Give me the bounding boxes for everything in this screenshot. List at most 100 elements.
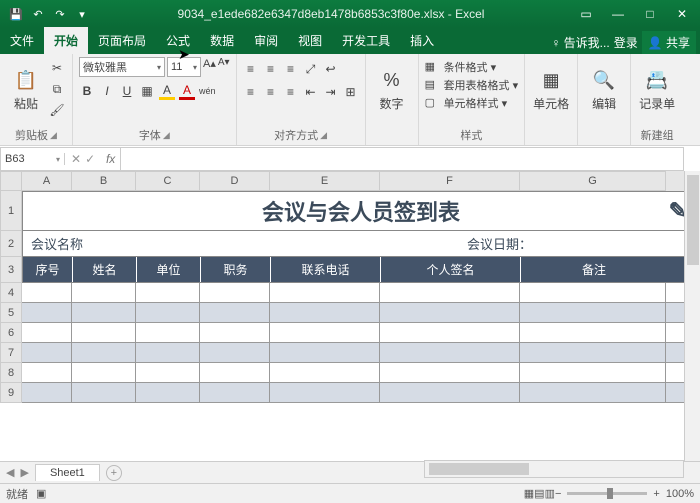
macro-record-icon[interactable]: ▣ <box>36 487 46 500</box>
view-break-icon[interactable]: ▥ <box>545 487 555 500</box>
col-header[interactable]: E <box>270 171 380 191</box>
info-row[interactable]: 会议名称 会议日期： <box>22 231 700 257</box>
row-header[interactable]: 4 <box>0 283 22 303</box>
tab-data[interactable]: 数据 <box>200 27 244 54</box>
fx-cancel-icon[interactable]: ✕ <box>71 152 81 166</box>
row-header[interactable]: 5 <box>0 303 22 323</box>
col-header[interactable]: C <box>136 171 200 191</box>
sheet-tab[interactable]: Sheet1 <box>35 464 100 481</box>
login-button[interactable]: 登录 <box>614 34 638 51</box>
bold-button[interactable]: B <box>79 82 95 100</box>
row-header[interactable]: 9 <box>0 383 22 403</box>
tab-developer[interactable]: 开发工具 <box>332 27 400 54</box>
table-header-row[interactable]: 序号姓名单位职务联系电话个人签名备注 <box>22 257 700 283</box>
zoom-slider[interactable] <box>567 492 647 495</box>
row-header[interactable]: 6 <box>0 323 22 343</box>
redo-icon[interactable]: ↷ <box>52 6 68 22</box>
horizontal-scrollbar[interactable] <box>424 460 684 478</box>
indent-dec-icon[interactable]: ⇤ <box>303 83 319 101</box>
vertical-scrollbar[interactable] <box>684 171 700 461</box>
maximize-icon[interactable]: □ <box>636 4 664 24</box>
record-button[interactable]: 📇记录单 <box>637 57 677 123</box>
fill-color-icon[interactable]: A <box>159 82 175 100</box>
tab-formulas[interactable]: 公式 <box>156 27 200 54</box>
close-icon[interactable]: ✕ <box>668 4 696 24</box>
align-bottom-icon[interactable]: ≡ <box>283 60 299 78</box>
undo-icon[interactable]: ↶ <box>30 6 46 22</box>
zoom-out-icon[interactable]: − <box>555 488 561 500</box>
tab-file[interactable]: 文件 <box>0 27 44 54</box>
font-name-combo[interactable]: 微软雅黑▾ <box>79 57 165 77</box>
cut-icon[interactable]: ✂ <box>48 59 66 77</box>
view-layout-icon[interactable]: ▤ <box>534 487 544 500</box>
select-all-corner[interactable] <box>0 171 22 191</box>
align-middle-icon[interactable]: ≡ <box>263 60 279 78</box>
sheet-nav-next-icon[interactable]: ▶ <box>20 466 28 479</box>
format-painter-icon[interactable]: 🖌 <box>48 101 66 119</box>
row-header[interactable]: 7 <box>0 343 22 363</box>
editing-button[interactable]: 🔍编辑 <box>584 57 624 123</box>
font-launcher-icon[interactable]: ◢ <box>163 130 170 141</box>
table-row[interactable] <box>22 303 700 323</box>
tab-home[interactable]: 开始 <box>44 27 88 54</box>
table-row[interactable] <box>22 383 700 403</box>
font-color-icon[interactable]: A <box>179 82 195 100</box>
table-row[interactable] <box>22 363 700 383</box>
tab-page-layout[interactable]: 页面布局 <box>88 27 156 54</box>
shrink-font-icon[interactable]: A▾ <box>218 57 230 77</box>
col-header[interactable]: G <box>520 171 666 191</box>
col-header[interactable]: D <box>200 171 270 191</box>
border-icon[interactable]: ▦ <box>139 82 155 100</box>
clipboard-launcher-icon[interactable]: ◢ <box>50 130 57 141</box>
table-row[interactable] <box>22 323 700 343</box>
cell-styles-button[interactable]: ▢单元格样式 ▾ <box>425 95 519 111</box>
tell-me[interactable]: ♀ 告诉我... <box>551 34 609 51</box>
tab-view[interactable]: 视图 <box>288 27 332 54</box>
underline-button[interactable]: U <box>119 82 135 100</box>
grow-font-icon[interactable]: A▴ <box>203 57 216 77</box>
save-icon[interactable]: 💾 <box>8 6 24 22</box>
minimize-icon[interactable]: — <box>604 4 632 24</box>
fx-icon[interactable]: fx <box>101 148 121 170</box>
paste-button[interactable]: 📋 粘贴 <box>6 57 46 123</box>
sheet-title-cell[interactable]: 会议与会人员签到表 ✎ <box>22 191 700 231</box>
add-sheet-button[interactable]: + <box>106 465 122 481</box>
tab-insert[interactable]: 插入 <box>400 27 444 54</box>
row-header[interactable]: 3 <box>0 257 22 283</box>
indent-inc-icon[interactable]: ⇥ <box>323 83 339 101</box>
ribbon-options-icon[interactable]: ▭ <box>572 4 600 24</box>
fx-confirm-icon[interactable]: ✓ <box>85 152 95 166</box>
tab-review[interactable]: 审阅 <box>244 27 288 54</box>
table-row[interactable] <box>22 343 700 363</box>
sheet-nav-prev-icon[interactable]: ◀ <box>6 466 14 479</box>
row-header[interactable]: 1 <box>0 191 22 231</box>
number-button[interactable]: % 数字 <box>372 57 412 123</box>
col-header[interactable]: A <box>22 171 72 191</box>
italic-button[interactable]: I <box>99 82 115 100</box>
conditional-format-button[interactable]: ▦条件格式 ▾ <box>425 59 519 75</box>
zoom-in-icon[interactable]: + <box>653 488 659 500</box>
share-button[interactable]: 👤 共享 <box>642 31 696 54</box>
col-header[interactable]: F <box>380 171 520 191</box>
cells-button[interactable]: ▦单元格 <box>531 57 571 123</box>
row-header[interactable]: 8 <box>0 363 22 383</box>
format-as-table-button[interactable]: ▤套用表格格式 ▾ <box>425 77 519 93</box>
wrap-text-icon[interactable]: ↩ <box>323 60 339 78</box>
phonetic-icon[interactable]: wén <box>199 82 216 100</box>
align-launcher-icon[interactable]: ◢ <box>320 130 327 141</box>
orientation-icon[interactable]: ⤢ <box>303 60 319 78</box>
view-normal-icon[interactable]: ▦ <box>524 487 534 500</box>
align-right-icon[interactable]: ≡ <box>283 83 299 101</box>
row-header[interactable]: 2 <box>0 231 22 257</box>
align-center-icon[interactable]: ≡ <box>263 83 279 101</box>
align-top-icon[interactable]: ≡ <box>243 60 259 78</box>
qat-more-icon[interactable]: ▾ <box>74 6 90 22</box>
zoom-level[interactable]: 100% <box>666 488 694 500</box>
align-left-icon[interactable]: ≡ <box>243 83 259 101</box>
name-box[interactable]: B63▾ <box>1 153 65 165</box>
col-header[interactable]: B <box>72 171 136 191</box>
copy-icon[interactable]: ⧉ <box>48 80 66 98</box>
merge-icon[interactable]: ⊞ <box>343 83 359 101</box>
table-row[interactable] <box>22 283 700 303</box>
font-size-combo[interactable]: 11▾ <box>167 57 201 77</box>
